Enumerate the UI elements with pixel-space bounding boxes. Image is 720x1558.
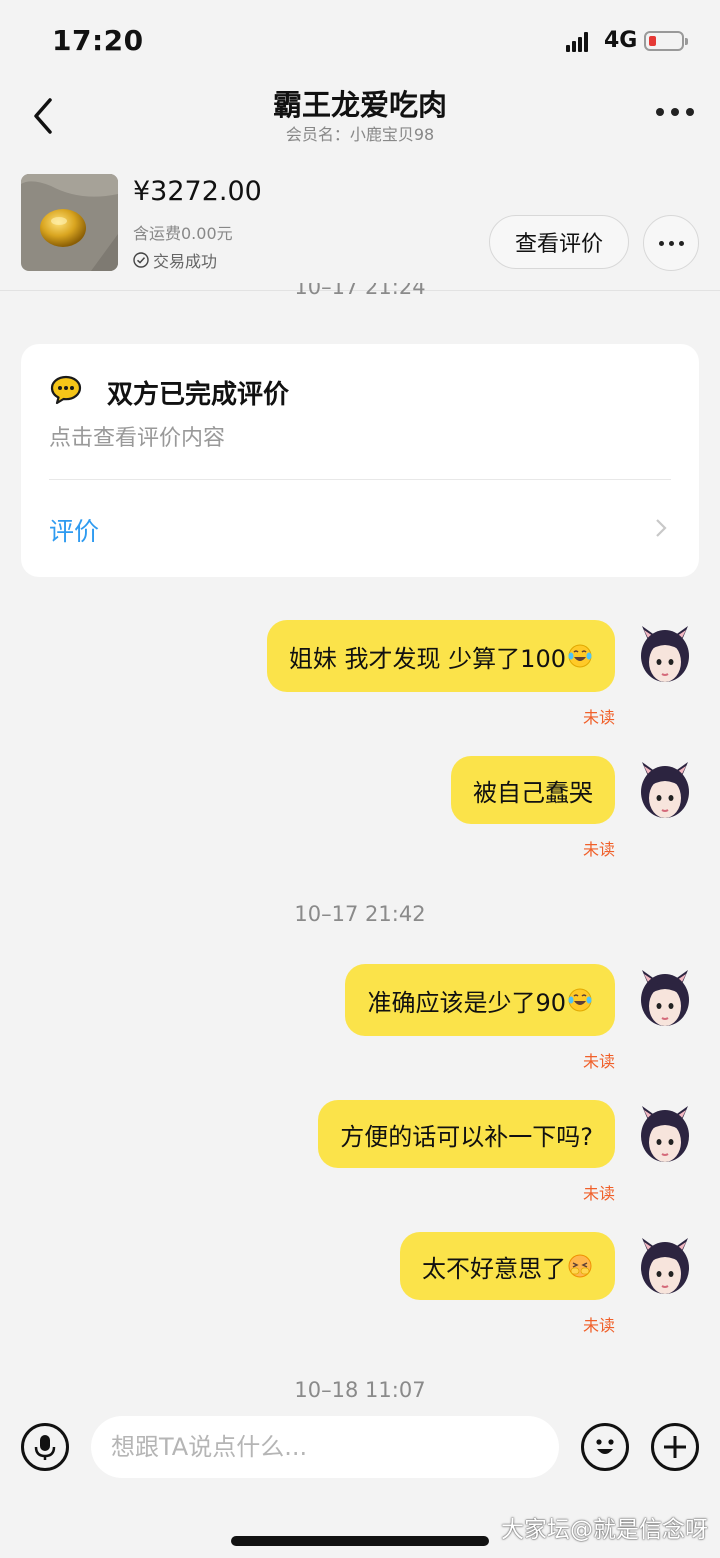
network-type: 4G [604,28,638,53]
unread-status: 未读 [582,840,615,859]
unread-status: 未读 [582,708,615,727]
message-text: 姐妹 我才发现 少算了100 [288,644,566,673]
battery-icon [644,31,688,51]
chat-header: 霸王龙爱吃肉 会员名：小鹿宝贝98 [0,80,720,160]
product-summary: ¥3272.00 含运费0.00元 交易成功 查看评价 [0,162,720,291]
signal-icon [566,30,594,52]
review-card-title: 双方已完成评价 [107,380,290,410]
deal-status: 交易成功 [133,248,217,272]
embarrassed-emoji-icon [568,1254,592,1278]
message-bubble[interactable]: 准确应该是少了90 [345,964,615,1036]
home-indicator[interactable] [231,1536,489,1546]
divider [49,479,671,480]
avatar[interactable] [634,622,696,690]
avatar[interactable] [634,1234,696,1302]
member-name: 会员名：小鹿宝贝98 [285,125,435,144]
message-input[interactable] [91,1416,559,1478]
status-bar: 17:20 4G [0,0,720,80]
avatar[interactable] [634,966,696,1034]
message-bubble[interactable]: 太不好意思了 [400,1232,615,1300]
emoji-button[interactable] [581,1423,629,1471]
timestamp: 10–17 21:24 [294,283,426,299]
message-bubble[interactable]: 被自己蠢哭 [451,756,615,824]
deal-status-label: 交易成功 [153,252,218,271]
clock: 17:20 [52,24,144,57]
unread-status: 未读 [582,1316,615,1335]
message-text: 方便的话可以补一下吗? [340,1122,593,1151]
review-link[interactable]: 评价 [49,512,99,548]
timestamp: 10–18 11:07 [294,1378,426,1402]
review-card-subtitle: 点击查看评价内容 [49,426,226,451]
tears-of-joy-emoji-icon [568,988,592,1012]
tears-of-joy-emoji-icon [568,644,592,668]
smiley-icon [596,1439,614,1454]
message-text: 准确应该是少了90 [367,988,566,1017]
message-bubble[interactable]: 姐妹 我才发现 少算了100 [266,620,615,692]
avatar[interactable] [634,758,696,826]
chevron-right-icon [656,519,667,537]
gold-bead-image [21,174,118,271]
product-more-button[interactable] [643,215,699,271]
message-text: 被自己蠢哭 [473,778,593,807]
watermark: 大家坛@就是信念呀 [501,1517,708,1543]
product-price: ¥3272.00 [133,176,262,207]
unread-status: 未读 [582,1184,615,1203]
voice-button[interactable] [21,1423,69,1471]
plus-icon [664,1436,686,1458]
microphone-icon [34,1435,56,1460]
chat-title: 霸王龙爱吃肉 [272,88,447,122]
shipping-fee: 含运费0.00元 [133,224,233,243]
check-circle-icon [133,252,149,268]
message-bubble[interactable]: 方便的话可以补一下吗? [318,1100,615,1168]
more-options-button[interactable] [656,108,694,120]
chat-bubble-icon [50,375,82,405]
view-review-button[interactable]: 查看评价 [489,215,629,269]
add-button[interactable] [651,1423,699,1471]
avatar[interactable] [634,1102,696,1170]
message-text: 太不好意思了 [422,1254,566,1283]
timestamp: 10–17 21:42 [294,902,426,926]
review-card[interactable]: 双方已完成评价 点击查看评价内容 评价 [21,344,699,577]
product-thumbnail[interactable] [21,174,118,271]
unread-status: 未读 [582,1052,615,1071]
